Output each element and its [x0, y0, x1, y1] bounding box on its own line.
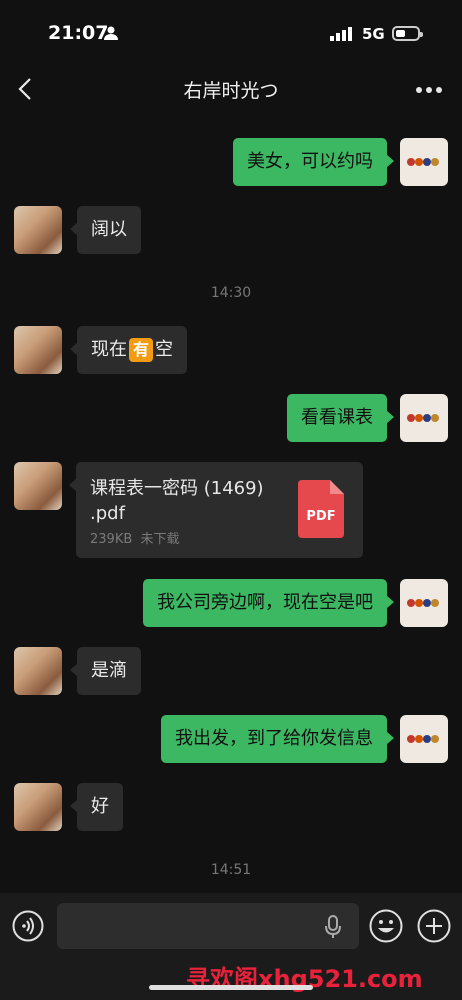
- avatar[interactable]: [14, 647, 62, 695]
- voice-icon[interactable]: [12, 910, 44, 942]
- avatar[interactable]: [400, 579, 448, 627]
- network-type: 5G: [362, 25, 385, 43]
- file-message[interactable]: 课程表一密码 (1469) .pdf 239KB 未下载 PDF: [69, 462, 363, 558]
- home-indicator: [149, 985, 313, 990]
- avatar[interactable]: [14, 462, 62, 510]
- message-sent[interactable]: 美女，可以约吗: [233, 138, 394, 186]
- mic-icon[interactable]: [324, 915, 342, 939]
- timestamp: 14:51: [210, 862, 252, 878]
- emoji-icon-you: 有: [129, 338, 153, 362]
- message-input[interactable]: [57, 903, 359, 949]
- chat-title: 右岸时光つ: [183, 80, 279, 102]
- chat-header: 右岸时光つ: [0, 64, 462, 114]
- message-sent[interactable]: 看看课表: [287, 394, 394, 442]
- input-bar: 寻欢阁xhg521.com: [0, 893, 462, 1000]
- avatar[interactable]: [14, 206, 62, 254]
- file-meta: 239KB 未下载: [90, 532, 180, 547]
- pdf-icon: PDF: [298, 480, 344, 538]
- message-received[interactable]: 现在有空: [70, 326, 187, 374]
- avatar[interactable]: [400, 715, 448, 763]
- emoji-icon[interactable]: [369, 909, 403, 943]
- signal-icon: [330, 27, 352, 41]
- avatar[interactable]: [400, 394, 448, 442]
- svg-text:PDF: PDF: [306, 509, 335, 524]
- avatar[interactable]: [400, 138, 448, 186]
- message-received[interactable]: 阔以: [70, 206, 141, 254]
- message-sent[interactable]: 我出发，到了给你发信息: [161, 715, 394, 763]
- timestamp: 14:30: [210, 285, 252, 301]
- message-sent[interactable]: 我公司旁边啊，现在空是吧: [143, 579, 394, 627]
- status-bar: 21:07 5G: [0, 0, 462, 64]
- message-received[interactable]: 是滴: [70, 647, 141, 695]
- plus-icon[interactable]: [417, 909, 451, 943]
- more-icon[interactable]: [414, 86, 444, 94]
- battery-icon: [392, 26, 423, 41]
- file-name: 课程表一密码 (1469) .pdf: [90, 478, 264, 524]
- status-time: 21:07: [48, 22, 109, 44]
- avatar[interactable]: [14, 783, 62, 831]
- message-received[interactable]: 好: [70, 783, 123, 831]
- avatar[interactable]: [14, 326, 62, 374]
- person-icon: [104, 26, 118, 40]
